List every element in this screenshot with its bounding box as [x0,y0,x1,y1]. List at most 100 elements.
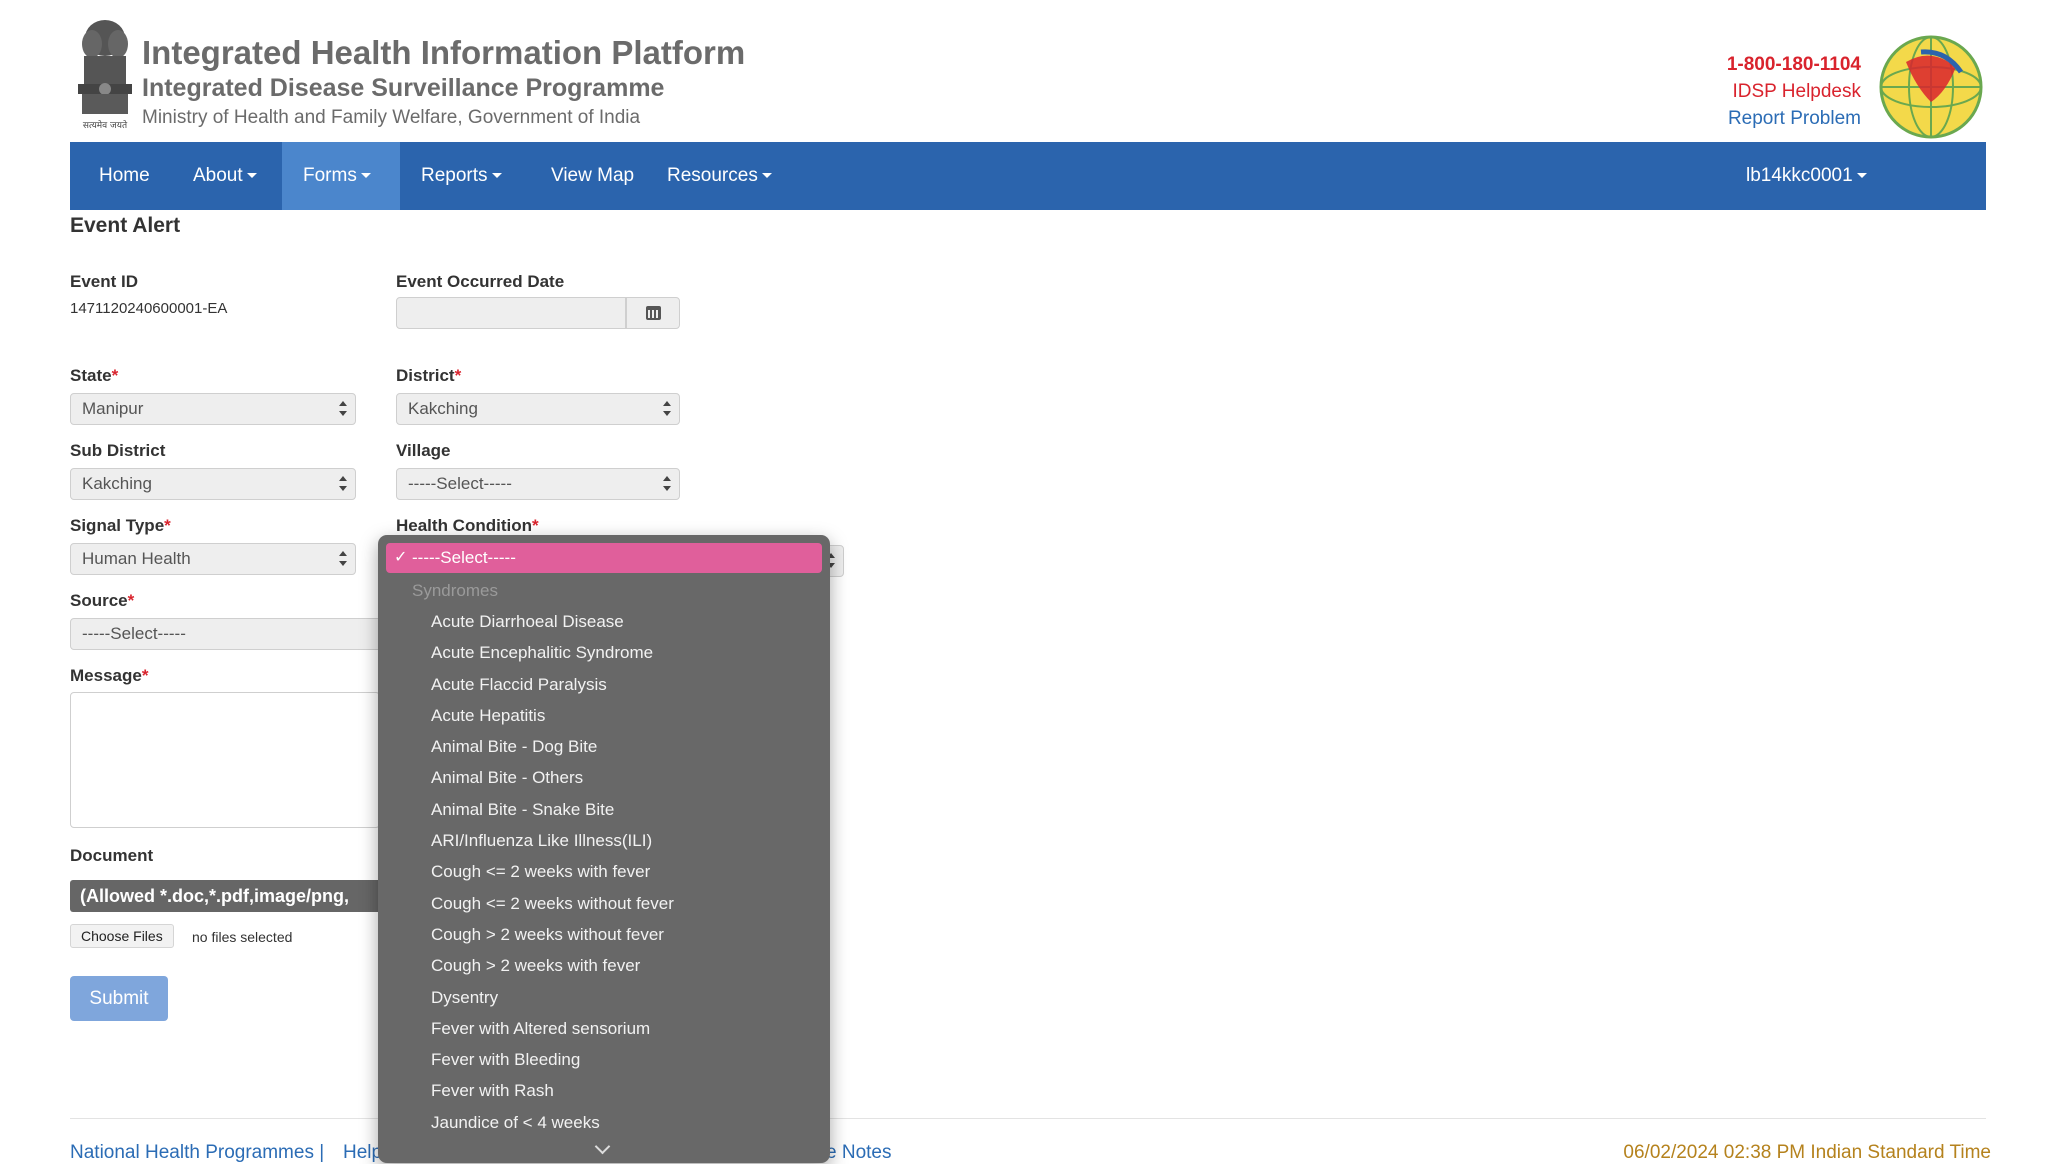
health-condition-label-text: Health Condition [396,516,532,535]
source-select[interactable]: -----Select----- [70,618,400,650]
dropdown-option[interactable]: ARI/Influenza Like Illness(ILI) [378,825,830,856]
footer-datetime: 06/02/2024 02:38 PM Indian Standard Time [1623,1142,1991,1163]
subdistrict-select[interactable]: Kakching [70,468,356,500]
district-label: District* [396,366,461,386]
signal-type-value: Human Health [82,549,191,568]
dropdown-option[interactable]: Jaundice of < 4 weeks [378,1107,830,1138]
page-title: Event Alert [70,214,181,237]
message-textarea[interactable] [70,692,380,828]
calendar-button[interactable] [626,297,680,329]
footer-link-release-notes[interactable]: e Notes [826,1142,891,1164]
source-value: -----Select----- [82,624,186,643]
nav-home-label: Home [99,165,150,186]
helpline-number: 1-800-180-1104 [1726,54,1861,75]
village-label: Village [396,441,451,460]
district-label-text: District [396,366,455,385]
report-problem-link[interactable]: Report Problem [1727,105,1861,132]
required-mark: * [454,366,462,385]
required-mark: * [141,666,149,685]
dropdown-group-label: Syndromes [412,581,498,600]
message-label-text: Message [70,666,142,685]
message-label: Message* [70,666,148,686]
nav-view-map-label: View Map [551,165,635,186]
nav-forms-label: Forms [303,165,357,186]
dropdown-option[interactable]: Acute Encephalitic Syndrome [378,637,830,668]
signal-type-label-text: Signal Type [70,516,165,535]
caret-down-icon [761,173,772,179]
calendar-icon [646,306,661,320]
nav-forms[interactable]: Forms [282,142,400,210]
dropdown-option[interactable]: Animal Bite - Snake Bite [378,794,830,825]
user-menu[interactable]: lb14kkc0001 [1725,142,1888,210]
site-subtitle: Integrated Disease Surveillance Programm… [142,74,665,102]
subdistrict-value: Kakching [82,474,152,493]
required-mark: * [164,516,171,535]
select-arrows-icon [663,401,671,417]
required-mark: * [531,516,539,535]
dropdown-option[interactable]: Dysentry [378,982,830,1013]
subdistrict-label: Sub District [70,441,166,460]
site-header: सत्यमेव जयते Integrated Health Informati… [70,16,1986,139]
dropdown-option[interactable]: Fever with Bleeding [378,1044,830,1075]
footer-divider [70,1118,1986,1119]
state-select[interactable]: Manipur [70,393,356,425]
event-id-value: 1471120240600001-EA [70,300,228,317]
district-value: Kakching [408,399,478,418]
nav-about-label: About [193,165,243,186]
national-emblem-logo: सत्यमेव जयते [70,16,140,134]
checkmark-icon: ✓ [394,549,408,566]
document-label: Document [70,846,154,865]
nav-resources-label: Resources [667,165,758,186]
dropdown-option[interactable]: Cough <= 2 weeks with fever [378,856,830,887]
source-label: Source* [70,591,134,611]
required-mark: * [111,366,119,385]
main-navbar: Home About Forms Reports View Map Resour… [70,142,1986,210]
dropdown-option[interactable]: Cough <= 2 weeks without fever [378,888,830,919]
nav-reports[interactable]: Reports [400,142,523,210]
ministry-name: Ministry of Health and Family Welfare, G… [142,107,641,128]
dropdown-option[interactable]: Cough > 2 weeks without fever [378,919,830,950]
health-condition-dropdown: ✓ -----Select----- Syndromes Acute Diarr… [378,535,830,1163]
signal-type-select[interactable]: Human Health [70,543,356,575]
dropdown-option[interactable]: Acute Flaccid Paralysis [378,669,830,700]
submit-button[interactable]: Submit [70,976,168,1021]
document-allowed-types: (Allowed *.doc,*.pdf,image/png, [70,880,380,912]
dropdown-option-selected[interactable]: ✓ -----Select----- [386,543,822,573]
user-name: lb14kkc0001 [1746,165,1853,186]
nav-view-map[interactable]: View Map [530,142,655,210]
dropdown-option[interactable]: Cough > 2 weeks with fever [378,950,830,981]
event-date-label: Event Occurred Date [396,272,565,291]
dropdown-option[interactable]: Animal Bite - Dog Bite [378,731,830,762]
dropdown-option[interactable]: Fever with Rash [378,1075,830,1106]
caret-down-icon [246,173,257,179]
dropdown-options-list: Acute Diarrhoeal Disease Acute Encephali… [378,606,830,1138]
dropdown-option[interactable]: Animal Bite - Others [378,762,830,793]
caret-down-icon [1856,173,1867,179]
health-condition-label: Health Condition* [396,516,539,536]
district-select[interactable]: Kakching [396,393,680,425]
svg-text:सत्यमेव जयते: सत्यमेव जयते [83,119,128,131]
select-arrows-icon [339,476,347,492]
dropdown-option[interactable]: Fever with Altered sensorium [378,1013,830,1044]
nav-resources[interactable]: Resources [646,142,793,210]
caret-down-icon [491,173,502,179]
select-arrows-icon [339,401,347,417]
village-select[interactable]: -----Select----- [396,468,680,500]
nav-home[interactable]: Home [78,142,171,210]
state-label: State* [70,366,118,386]
footer-link-help[interactable]: Help [343,1142,382,1164]
required-mark: * [127,591,135,610]
choose-files-button[interactable]: Choose Files [70,924,174,948]
dropdown-option[interactable]: Acute Diarrhoeal Disease [378,606,830,637]
helpdesk-link[interactable]: IDSP Helpdesk [1727,78,1862,105]
nav-about[interactable]: About [172,142,278,210]
idsp-globe-logo [1876,32,1986,142]
dropdown-option[interactable]: Acute Hepatitis [378,700,830,731]
event-date-input[interactable] [396,297,626,329]
site-title: Integrated Health Information Platform [142,34,746,71]
event-id-label: Event ID [70,272,139,291]
select-arrows-icon [663,476,671,492]
village-value: -----Select----- [408,474,512,493]
signal-type-label: Signal Type* [70,516,171,536]
footer-link-national-health-programmes[interactable]: National Health Programmes | [70,1142,324,1164]
